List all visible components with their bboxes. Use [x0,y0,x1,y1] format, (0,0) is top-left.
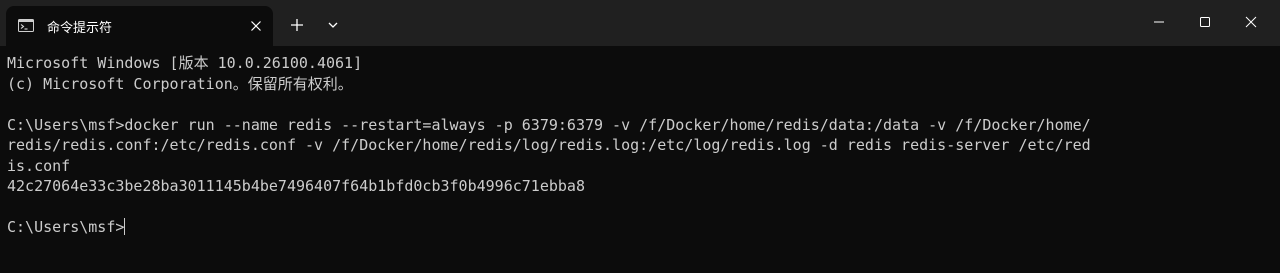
terminal-line: redis/redis.conf:/etc/redis.conf -v /f/D… [7,136,1091,154]
terminal-line: (c) Microsoft Corporation。保留所有权利。 [7,74,353,93]
terminal-line: C:\Users\msf>docker run --name redis --r… [7,115,1091,134]
title-bar[interactable]: 命令提示符 [0,0,1280,46]
scrollbar[interactable] [1272,46,1280,273]
minimize-button[interactable] [1136,0,1182,44]
close-icon [251,21,261,31]
terminal-line: is.conf [7,156,71,175]
terminal-line: Microsoft Windows [版本 10.0.26100.4061] [7,54,363,72]
close-icon [1245,16,1257,28]
minimize-icon [1154,21,1164,23]
terminal-line: 42c27064e33c3be28ba3011145b4be7496407f64… [7,177,585,195]
tab-dropdown-button[interactable] [321,13,345,37]
maximize-icon [1200,17,1210,27]
close-window-button[interactable] [1228,0,1274,44]
prompt-text: C:\Users\msf> [7,218,125,236]
maximize-button[interactable] [1182,0,1228,44]
tab-cmd[interactable]: 命令提示符 [6,6,273,46]
prompt-line[interactable]: C:\Users\msf> [7,217,1267,238]
terminal-window: 命令提示符 Microsoft Windows [版本 10.0.26100.4… [0,0,1280,273]
plus-icon [291,19,303,31]
chevron-down-icon [328,22,338,28]
text-cursor [124,218,126,235]
new-tab-button[interactable] [285,13,309,37]
close-tab-button[interactable] [244,14,268,38]
tab-title: 命令提示符 [47,21,113,36]
terminal-output[interactable]: Microsoft Windows [版本 10.0.26100.4061] (… [7,53,1267,268]
cmd-icon [18,19,34,32]
